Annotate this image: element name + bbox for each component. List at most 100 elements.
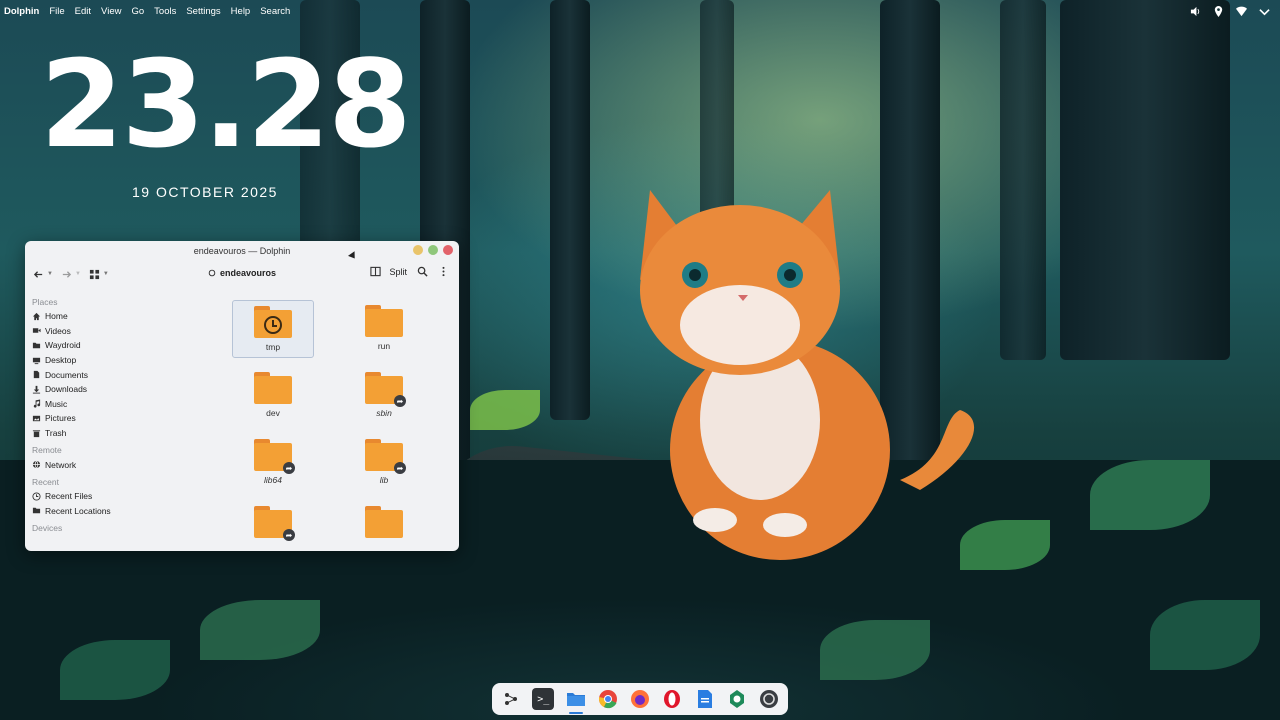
search-icon[interactable] <box>417 266 428 277</box>
root-folder-icon <box>208 269 216 277</box>
sidebar-item-label: Videos <box>45 325 71 336</box>
sidebar-item-waydroid[interactable]: Waydroid <box>32 338 205 353</box>
file-item-sbin[interactable]: ➦ sbin <box>343 367 425 425</box>
menu-file[interactable]: File <box>49 6 64 17</box>
folder-icon: ➦ <box>254 506 295 541</box>
sidebar-item-label: Recent Locations <box>45 505 111 516</box>
forward-history-caret[interactable]: ▼ <box>75 271 81 277</box>
system-tray <box>1190 0 1270 22</box>
chrome-icon[interactable] <box>597 688 619 710</box>
system-settings-icon[interactable] <box>758 688 780 710</box>
clock-emblem-icon <box>264 316 282 334</box>
folder-icon <box>365 305 403 337</box>
sidebar-item-downloads[interactable]: Downloads <box>32 382 205 397</box>
top-panel: Dolphin File Edit View Go Tools Settings… <box>0 0 1280 22</box>
terminal-icon[interactable]: >_ <box>532 688 555 710</box>
sidebar-item-label: Music <box>45 398 68 409</box>
view-mode-button[interactable]: ▼ <box>89 269 109 280</box>
desktop-clock: 23.28 <box>40 36 412 175</box>
sidebar-item-videos[interactable]: Videos <box>32 324 205 339</box>
sidebar-item-network[interactable]: Network <box>32 457 205 472</box>
desktop-icon <box>32 357 41 364</box>
split-view-icon <box>370 266 382 277</box>
network-icon <box>32 460 41 469</box>
maximize-button[interactable] <box>428 245 438 255</box>
app-launcher-icon[interactable] <box>500 688 522 710</box>
menu-view[interactable]: View <box>101 6 121 17</box>
volume-icon[interactable] <box>1190 6 1201 17</box>
sidebar-item-home[interactable]: Home <box>32 309 205 324</box>
sidebar-item-label: Desktop <box>45 355 77 366</box>
folder-icon <box>365 506 403 538</box>
sidebar-item-recent-files[interactable]: Recent Files <box>32 489 205 504</box>
sidebar-item-label: Documents <box>45 369 88 380</box>
file-manager-icon[interactable] <box>565 688 587 714</box>
sidebar-item-desktop[interactable]: Desktop <box>32 353 205 368</box>
file-name: run <box>377 341 391 351</box>
remote-section-title: Remote <box>32 445 62 456</box>
file-item-8[interactable] <box>343 501 425 551</box>
active-app-name[interactable]: Dolphin <box>4 6 39 17</box>
location-icon[interactable] <box>1213 5 1224 17</box>
file-item-lib[interactable]: ➦ lib <box>343 434 425 492</box>
dolphin-toolbar: ▼ ▼ ▼ endeavouros Split <box>25 261 459 287</box>
close-button[interactable] <box>443 245 453 255</box>
sidebar-item-label: Network <box>45 459 77 470</box>
split-button[interactable]: Split <box>370 266 407 277</box>
wifi-icon[interactable] <box>1236 6 1247 17</box>
view-mode-caret[interactable]: ▼ <box>103 271 109 277</box>
chevron-down-icon[interactable] <box>1259 6 1270 17</box>
sidebar-item-music[interactable]: Music <box>32 397 205 412</box>
sidebar-item-documents[interactable]: Documents <box>32 367 205 382</box>
forward-button[interactable]: ▼ <box>61 269 81 280</box>
opera-icon[interactable] <box>661 688 683 710</box>
symlink-arrow-icon: ➦ <box>394 462 406 474</box>
folder-icon: ➦ <box>365 372 406 407</box>
back-button[interactable]: ▼ <box>33 269 53 280</box>
orange-cat-illustration <box>640 190 975 560</box>
folder-icon: ➦ <box>254 439 295 474</box>
file-name: dev <box>266 408 280 418</box>
docs-icon[interactable] <box>694 688 716 710</box>
minimize-button[interactable] <box>413 245 423 255</box>
file-item-run[interactable]: run <box>343 300 425 358</box>
kebab-menu-icon[interactable] <box>438 266 449 277</box>
icons-view-icon <box>89 269 99 279</box>
location-breadcrumb[interactable]: endeavouros <box>208 268 276 278</box>
arrow-left-icon <box>33 270 43 278</box>
picture-icon <box>32 415 41 422</box>
menu-help[interactable]: Help <box>231 6 251 17</box>
file-item-tmp[interactable]: tmp <box>232 300 314 358</box>
file-item-dev[interactable]: dev <box>232 367 314 425</box>
desktop-date: 19 OCTOBER 2025 <box>132 184 278 200</box>
back-history-caret[interactable]: ▼ <box>47 271 53 277</box>
folder-icon <box>254 306 292 338</box>
file-name: lib64 <box>264 475 282 485</box>
devices-section-title: Devices <box>32 523 63 534</box>
sidebar-item-label: Home <box>45 311 68 322</box>
file-item-7[interactable]: ➦ <box>232 501 314 551</box>
document-icon <box>33 371 40 379</box>
settings-gear-icon[interactable] <box>726 688 748 710</box>
video-icon <box>32 328 41 334</box>
music-icon <box>33 399 41 408</box>
sidebar-item-recent-locations[interactable]: Recent Locations <box>32 504 205 519</box>
symlink-arrow-icon: ➦ <box>394 395 406 407</box>
sidebar-item-trash[interactable]: Trash <box>32 426 205 441</box>
menu-tools[interactable]: Tools <box>154 6 176 17</box>
menu-search[interactable]: Search <box>260 6 290 17</box>
file-name: tmp <box>265 342 281 352</box>
menu-settings[interactable]: Settings <box>186 6 220 17</box>
menu-go[interactable]: Go <box>131 6 144 17</box>
sidebar-item-pictures[interactable]: Pictures <box>32 411 205 426</box>
location-history-icon <box>32 508 41 514</box>
sidebar-item-label: Downloads <box>45 384 88 395</box>
window-title: endeavouros — Dolphin <box>193 246 291 256</box>
trash-icon <box>32 429 41 437</box>
menu-edit[interactable]: Edit <box>75 6 91 17</box>
firefox-icon[interactable] <box>629 688 651 710</box>
file-item-lib64[interactable]: ➦ lib64 <box>232 434 314 492</box>
window-titlebar[interactable]: endeavouros — Dolphin <box>25 241 459 261</box>
clock-icon <box>32 492 41 501</box>
split-label: Split <box>389 266 407 277</box>
